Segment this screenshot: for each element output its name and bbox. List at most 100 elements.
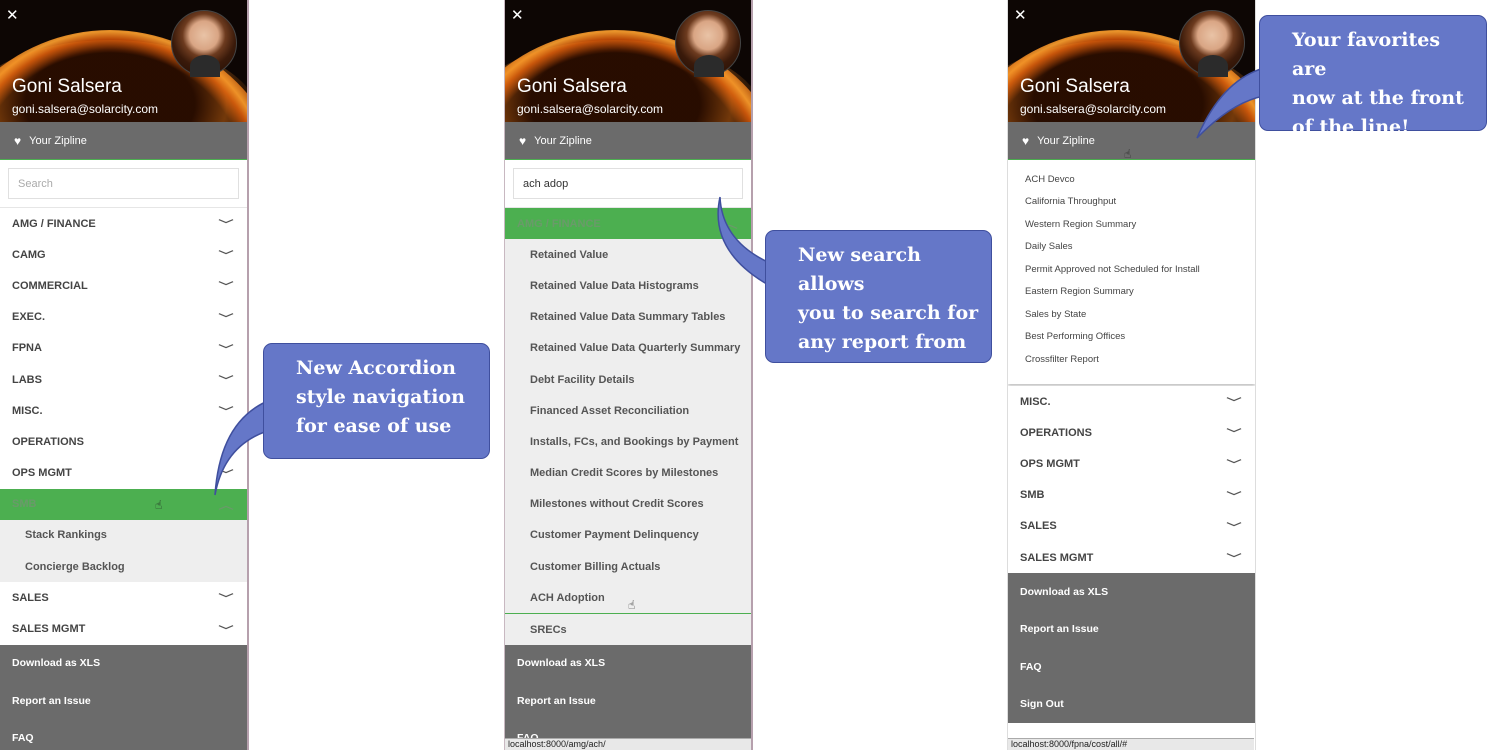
chevron-down-icon: ﹀ xyxy=(1226,398,1242,410)
nav-item-label: LABS xyxy=(12,373,42,386)
heart-icon: ♥ xyxy=(519,133,527,148)
nav-item-label: OPERATIONS xyxy=(12,435,84,448)
result-item-customer-billing-actuals[interactable]: Customer Billing Actuals xyxy=(505,551,751,583)
menu-item-report-an-issue[interactable]: Report an Issue xyxy=(0,682,247,720)
footer-menu: Download as XLSReport an IssueFAQ xyxy=(505,644,751,750)
nav-item-label: AMG / FINANCE xyxy=(12,217,96,230)
nav-item-amg-finance[interactable]: AMG / FINANCE ﹀ xyxy=(0,208,247,240)
favorite-item-eastern-region-summary[interactable]: Eastern Region Summary xyxy=(1008,281,1255,304)
nav-item-operations[interactable]: OPERATIONS ﹀ xyxy=(1008,417,1255,449)
status-bar-url: localhost:8000/fpna/cost/all/# xyxy=(1008,738,1254,750)
hand-cursor-icon: ☝ xyxy=(1124,147,1132,161)
nav-item-label: MISC. xyxy=(1020,395,1051,408)
nav-item-label: MISC. xyxy=(12,404,43,417)
callout-line: you to search for xyxy=(798,302,979,324)
result-item-retained-value-data-summary-tables[interactable]: Retained Value Data Summary Tables xyxy=(505,301,751,333)
menu-item-report-an-issue[interactable]: Report an Issue xyxy=(1008,611,1255,649)
nav-item-label: SMB xyxy=(12,498,37,511)
nav-item-label: SALES MGMT xyxy=(12,623,86,636)
your-zipline-button[interactable]: ♥ Your Zipline xyxy=(505,122,751,160)
chevron-down-icon: ﹀ xyxy=(1226,429,1242,441)
nav-item-exec[interactable]: EXEC. ﹀ xyxy=(0,301,247,333)
favorite-item-western-region-summary[interactable]: Western Region Summary xyxy=(1008,213,1255,236)
nav-drawer-accordion: ✕ Goni Salsera goni.salsera@solarcity.co… xyxy=(0,0,249,750)
nav-item-sales-mgmt[interactable]: SALES MGMT ﹀ xyxy=(0,613,247,645)
result-item-customer-payment-delinquency[interactable]: Customer Payment Delinquency xyxy=(505,519,751,552)
favorites-list: ACH Devco California Throughput Western Re… xyxy=(1008,160,1255,384)
sub-item-stack-rankings[interactable]: Stack Rankings xyxy=(0,519,247,552)
callout-favorites: Your favorites are now at the front of t… xyxy=(1259,15,1487,138)
nav-item-label: SALES MGMT xyxy=(1020,551,1094,564)
menu-item-download-as-xls[interactable]: Download as XLS xyxy=(1008,573,1255,611)
nav-item-smb[interactable]: SMB ﹀ xyxy=(1008,479,1255,511)
avatar xyxy=(675,10,741,77)
result-item-median-credit-scores-by-milestones[interactable]: Median Credit Scores by Milestones xyxy=(505,457,751,489)
chevron-down-icon: ﹀ xyxy=(218,625,234,637)
menu-item-download-as-xls[interactable]: Download as XLS xyxy=(0,645,247,683)
favorite-item-crossfilter-report[interactable]: Crossfilter Report xyxy=(1008,348,1255,371)
result-item-debt-facility-details[interactable]: Debt Facility Details xyxy=(505,363,751,396)
favorite-item-daily-sales[interactable]: Daily Sales xyxy=(1008,236,1255,259)
favorite-item-california-throughput[interactable]: California Throughput xyxy=(1008,191,1255,214)
menu-item-faq[interactable]: FAQ xyxy=(1008,648,1255,686)
hand-cursor-icon: ☝ xyxy=(628,598,636,612)
chevron-down-icon: ﹀ xyxy=(218,282,234,294)
menu-item-sign-out[interactable]: Sign Out xyxy=(1008,686,1255,724)
user-email: goni.salsera@solarcity.com xyxy=(517,102,664,116)
heart-icon: ♥ xyxy=(14,133,22,148)
heart-icon: ♥ xyxy=(1022,133,1030,148)
nav-item-commercial[interactable]: COMMERCIAL ﹀ xyxy=(0,270,247,302)
nav-item-camg[interactable]: CAMG ﹀ xyxy=(0,239,247,271)
nav-item-label: OPS MGMT xyxy=(1020,457,1080,470)
result-item-installs-fcs-and-bookings-by-payment[interactable]: Installs, FCs, and Bookings by Payment xyxy=(505,426,751,458)
chevron-down-icon: ﹀ xyxy=(1226,491,1242,503)
nav-item-label: AMG / FINANCE xyxy=(517,217,601,230)
close-icon[interactable]: ✕ xyxy=(6,8,19,23)
nav-item-sales-mgmt[interactable]: SALES MGMT ﹀ xyxy=(1008,541,1255,574)
nav-item-label: COMMERCIAL xyxy=(12,279,88,292)
menu-item-faq[interactable]: FAQ xyxy=(0,720,247,750)
chevron-down-icon: ﹀ xyxy=(218,594,234,606)
favorite-item-permit-approved-not-scheduled-for-install[interactable]: Permit Approved not Scheduled for Instal… xyxy=(1008,258,1255,281)
nav-item-label: OPS MGMT xyxy=(12,467,72,480)
callout-search: New search allows you to search for any … xyxy=(765,230,992,382)
your-zipline-label: Your Zipline xyxy=(1037,134,1095,147)
favorite-item-best-performing-offices[interactable]: Best Performing Offices xyxy=(1008,326,1255,349)
user-email: goni.salsera@solarcity.com xyxy=(12,102,159,116)
user-email: goni.salsera@solarcity.com xyxy=(1020,102,1167,116)
result-item-srecs[interactable]: SRECs xyxy=(505,613,751,645)
callout-line: New search allows xyxy=(798,244,921,295)
result-item-retained-value-data-quarterly-summary[interactable]: Retained Value Data Quarterly Summary xyxy=(505,332,751,364)
profile-header: ✕ Goni Salsera goni.salsera@solarcity.co… xyxy=(505,0,751,122)
result-item-milestones-without-credit-scores[interactable]: Milestones without Credit Scores xyxy=(505,488,751,520)
nav-item-ops-mgmt[interactable]: OPS MGMT ﹀ xyxy=(1008,448,1255,480)
close-icon[interactable]: ✕ xyxy=(511,8,524,23)
your-zipline-label: Your Zipline xyxy=(534,134,592,147)
result-item-financed-asset-reconciliation[interactable]: Financed Asset Reconciliation xyxy=(505,395,751,427)
chevron-down-icon: ﹀ xyxy=(218,251,234,263)
callout-line: New Accordion xyxy=(296,357,456,379)
user-name: Goni Salsera xyxy=(12,76,122,97)
chevron-down-icon: ﹀ xyxy=(1226,460,1242,472)
close-icon[interactable]: ✕ xyxy=(1014,8,1027,23)
nav-item-sales[interactable]: SALES ﹀ xyxy=(0,582,247,614)
chevron-down-icon: ﹀ xyxy=(218,220,234,232)
your-zipline-button[interactable]: ♥ Your Zipline xyxy=(0,122,247,160)
callout-line: now at the front xyxy=(1292,87,1464,109)
search-container xyxy=(0,160,247,208)
sub-item-concierge-backlog[interactable]: Concierge Backlog xyxy=(0,551,247,583)
favorite-item-ach-devco[interactable]: ACH Devco xyxy=(1008,168,1255,191)
nav-item-sales[interactable]: SALES ﹀ xyxy=(1008,510,1255,542)
footer-menu: Download as XLSReport an IssueFAQ xyxy=(0,644,247,750)
menu-item-report-an-issue[interactable]: Report an Issue xyxy=(505,682,751,720)
favorite-item-sales-by-state[interactable]: Sales by State xyxy=(1008,303,1255,326)
nav-drawer-search: ✕ Goni Salsera goni.salsera@solarcity.co… xyxy=(504,0,753,750)
nav-item-misc[interactable]: MISC. ﹀ xyxy=(1008,386,1255,418)
accordion-nav: MISC. ﹀ OPERATIONS ﹀ OPS MGMT ﹀ SMB ﹀ SALES ﹀ SALE… xyxy=(1008,386,1255,574)
nav-item-fpna[interactable]: FPNA ﹀ xyxy=(0,332,247,364)
search-input[interactable] xyxy=(8,168,239,199)
callout-line: for ease of use xyxy=(296,415,452,437)
menu-item-download-as-xls[interactable]: Download as XLS xyxy=(505,645,751,683)
chevron-down-icon: ﹀ xyxy=(1226,554,1242,566)
nav-item-label: OPERATIONS xyxy=(1020,426,1092,439)
